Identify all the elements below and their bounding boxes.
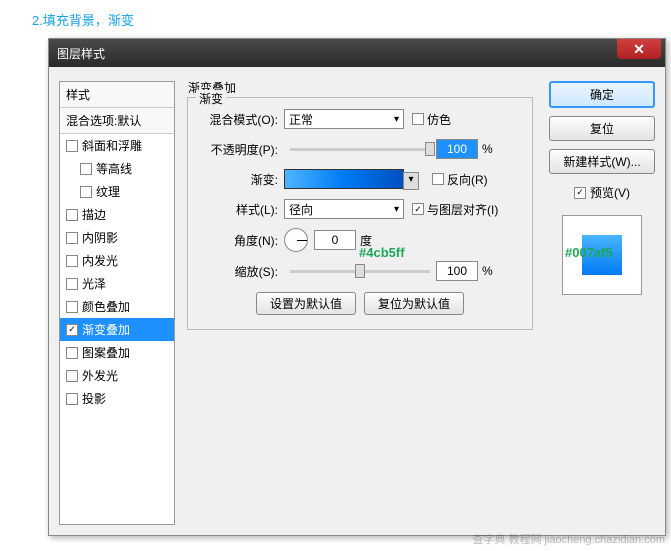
opacity-slider[interactable] bbox=[290, 148, 430, 151]
preview-label: 预览(V) bbox=[590, 184, 630, 201]
style-item-6[interactable]: 光泽 bbox=[60, 272, 174, 295]
styles-list: 样式 混合选项:默认 斜面和浮雕等高线纹理描边内阴影内发光光泽颜色叠加渐变叠加图… bbox=[59, 81, 175, 525]
scale-unit: % bbox=[482, 264, 493, 278]
style-item-1[interactable]: 等高线 bbox=[60, 157, 174, 180]
scale-slider[interactable] bbox=[290, 270, 430, 273]
style-item-9[interactable]: 图案叠加 bbox=[60, 341, 174, 364]
style-item-label: 纹理 bbox=[96, 183, 120, 200]
dither-label: 仿色 bbox=[427, 111, 451, 128]
checkbox-icon bbox=[80, 163, 92, 175]
reset-default-button[interactable]: 复位为默认值 bbox=[364, 292, 464, 315]
inner-title: 渐变 bbox=[196, 90, 226, 107]
dialog-title: 图层样式 bbox=[57, 45, 105, 62]
blend-mode-label: 混合模式(O): bbox=[198, 111, 284, 128]
checkbox-icon bbox=[80, 186, 92, 198]
checkbox-icon bbox=[66, 255, 78, 267]
checkbox-icon bbox=[66, 324, 78, 336]
style-item-label: 外发光 bbox=[82, 367, 118, 384]
slider-thumb-icon bbox=[355, 264, 365, 278]
checkbox-icon bbox=[66, 347, 78, 359]
watermark: 查字典 教程网 jiaocheng.chazidian.com bbox=[472, 531, 665, 547]
checkbox-icon bbox=[412, 203, 424, 215]
style-item-label: 渐变叠加 bbox=[82, 321, 130, 338]
style-item-8[interactable]: 渐变叠加 bbox=[60, 318, 174, 341]
style-item-label: 图案叠加 bbox=[82, 344, 130, 361]
checkbox-icon bbox=[66, 278, 78, 290]
style-item-label: 等高线 bbox=[96, 160, 132, 177]
align-checkbox[interactable]: 与图层对齐(I) bbox=[412, 201, 498, 218]
hex-annotation-1: #4cb5ff bbox=[359, 245, 405, 260]
style-item-label: 颜色叠加 bbox=[82, 298, 130, 315]
style-item-5[interactable]: 内发光 bbox=[60, 249, 174, 272]
new-style-button[interactable]: 新建样式(W)... bbox=[549, 149, 655, 174]
page-caption: 2.填充背景，渐变 bbox=[0, 0, 671, 29]
opacity-unit: % bbox=[482, 142, 493, 156]
style-item-7[interactable]: 颜色叠加 bbox=[60, 295, 174, 318]
gradient-label: 渐变: bbox=[198, 171, 284, 188]
style-item-0[interactable]: 斜面和浮雕 bbox=[60, 134, 174, 157]
style-item-4[interactable]: 内阴影 bbox=[60, 226, 174, 249]
dialog-body: 样式 混合选项:默认 斜面和浮雕等高线纹理描边内阴影内发光光泽颜色叠加渐变叠加图… bbox=[49, 67, 665, 535]
layer-style-dialog: 图层样式 ✕ 样式 混合选项:默认 斜面和浮雕等高线纹理描边内阴影内发光光泽颜色… bbox=[48, 38, 666, 536]
gradient-picker[interactable] bbox=[284, 169, 404, 189]
checkbox-icon bbox=[432, 173, 444, 185]
blend-mode-value: 正常 bbox=[289, 111, 313, 128]
reverse-checkbox[interactable]: 反向(R) bbox=[432, 171, 488, 188]
blend-options-header[interactable]: 混合选项:默认 bbox=[60, 108, 174, 134]
right-buttons: 确定 复位 新建样式(W)... 预览(V) bbox=[545, 81, 655, 525]
checkbox-icon bbox=[66, 393, 78, 405]
style-item-label: 投影 bbox=[82, 390, 106, 407]
checkbox-icon bbox=[66, 301, 78, 313]
styles-header[interactable]: 样式 bbox=[60, 82, 174, 108]
angle-dial[interactable] bbox=[284, 228, 308, 252]
titlebar: 图层样式 ✕ bbox=[49, 39, 665, 67]
style-item-3[interactable]: 描边 bbox=[60, 203, 174, 226]
opacity-label: 不透明度(P): bbox=[198, 141, 284, 158]
ok-button[interactable]: 确定 bbox=[549, 81, 655, 108]
reverse-label: 反向(R) bbox=[447, 171, 488, 188]
close-button[interactable]: ✕ bbox=[617, 39, 661, 59]
angle-input[interactable]: 0 bbox=[314, 230, 356, 250]
scale-label: 缩放(S): bbox=[198, 263, 284, 280]
dither-checkbox[interactable]: 仿色 bbox=[412, 111, 451, 128]
style-item-label: 斜面和浮雕 bbox=[82, 137, 142, 154]
checkbox-icon bbox=[574, 187, 586, 199]
style-item-label: 光泽 bbox=[82, 275, 106, 292]
style-label: 样式(L): bbox=[198, 201, 284, 218]
style-item-2[interactable]: 纹理 bbox=[60, 180, 174, 203]
checkbox-icon bbox=[412, 113, 424, 125]
slider-thumb-icon bbox=[425, 142, 435, 156]
cancel-button[interactable]: 复位 bbox=[549, 116, 655, 141]
align-label: 与图层对齐(I) bbox=[427, 201, 498, 218]
style-value: 径向 bbox=[289, 201, 313, 218]
hex-annotation-2: #007af5 bbox=[565, 245, 613, 260]
opacity-input[interactable]: 100 bbox=[436, 139, 478, 159]
style-item-11[interactable]: 投影 bbox=[60, 387, 174, 410]
checkbox-icon bbox=[66, 209, 78, 221]
style-item-label: 内发光 bbox=[82, 252, 118, 269]
settings-panel: 渐变叠加 渐变 混合模式(O): 正常 仿色 不透明度(P): 100 % 渐变… bbox=[175, 81, 545, 525]
scale-input[interactable]: 100 bbox=[436, 261, 478, 281]
style-item-10[interactable]: 外发光 bbox=[60, 364, 174, 387]
preview-checkbox[interactable]: 预览(V) bbox=[549, 184, 655, 201]
gradient-group: 渐变 混合模式(O): 正常 仿色 不透明度(P): 100 % 渐变: 反向 bbox=[187, 97, 533, 330]
checkbox-icon bbox=[66, 232, 78, 244]
angle-label: 角度(N): bbox=[198, 232, 284, 249]
blend-mode-select[interactable]: 正常 bbox=[284, 109, 404, 129]
checkbox-icon bbox=[66, 140, 78, 152]
style-item-label: 描边 bbox=[82, 206, 106, 223]
checkbox-icon bbox=[66, 370, 78, 382]
style-item-label: 内阴影 bbox=[82, 229, 118, 246]
style-select[interactable]: 径向 bbox=[284, 199, 404, 219]
make-default-button[interactable]: 设置为默认值 bbox=[256, 292, 356, 315]
